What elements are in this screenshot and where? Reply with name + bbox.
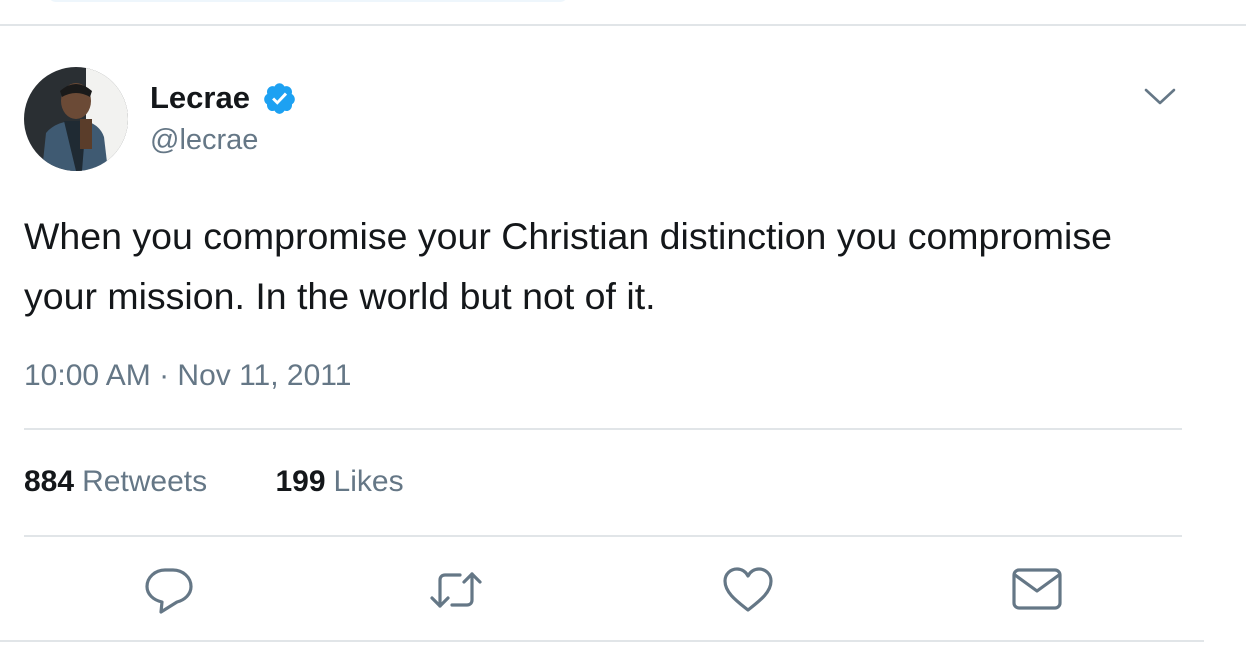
verified-badge-icon <box>262 81 297 116</box>
reply-icon[interactable] <box>141 562 197 618</box>
divider <box>24 535 1182 537</box>
avatar[interactable] <box>24 67 128 171</box>
retweets-stat[interactable]: 884 Retweets <box>24 462 207 502</box>
username-handle[interactable]: @lecrae <box>150 122 258 158</box>
tweet-text: When you compromise your Christian disti… <box>24 215 1112 317</box>
envelope-icon[interactable] <box>1009 562 1065 618</box>
divider <box>24 428 1182 430</box>
chevron-down-icon[interactable] <box>1142 82 1178 110</box>
divider <box>0 640 1204 642</box>
likes-count: 199 <box>275 465 326 498</box>
tweet-timestamp: 10:00 AM · Nov 11, 2011 <box>24 359 352 392</box>
top-bar <box>0 0 1246 26</box>
search-bar-edge[interactable] <box>48 0 568 2</box>
display-name[interactable]: Lecrae <box>150 79 250 117</box>
retweet-icon[interactable] <box>428 562 484 618</box>
retweets-count: 884 <box>24 465 75 498</box>
retweets-label: Retweets <box>82 465 208 498</box>
likes-label: Likes <box>333 465 404 498</box>
heart-icon[interactable] <box>720 562 776 618</box>
tweet-stats: 884 Retweets 199 Likes <box>24 462 404 502</box>
likes-stat[interactable]: 199 Likes <box>275 462 403 502</box>
